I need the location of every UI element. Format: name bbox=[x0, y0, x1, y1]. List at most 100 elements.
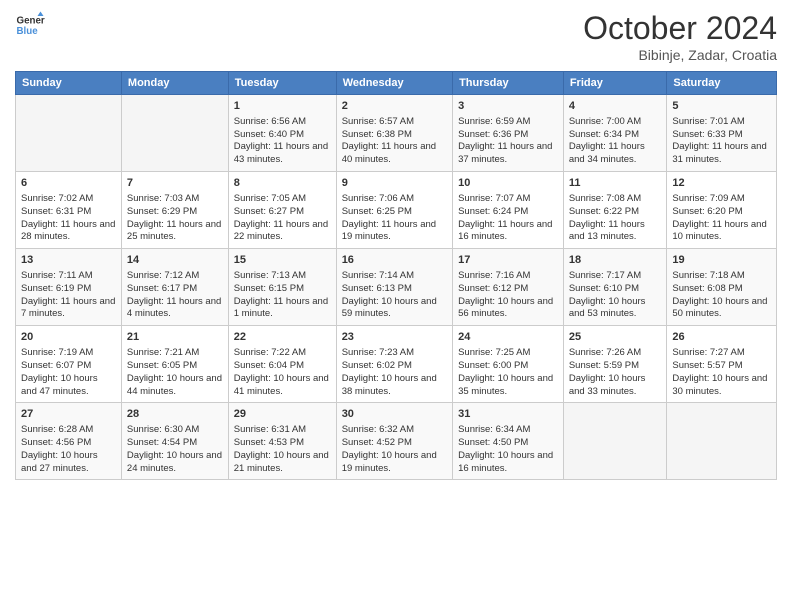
day-number: 16 bbox=[342, 253, 447, 268]
sunrise-text: Sunrise: 7:12 AM bbox=[127, 270, 199, 281]
day-number: 13 bbox=[21, 253, 116, 268]
sunset-text: Sunset: 6:08 PM bbox=[672, 283, 742, 294]
calendar-cell bbox=[667, 403, 777, 480]
calendar-cell: 31Sunrise: 6:34 AMSunset: 4:50 PMDayligh… bbox=[453, 403, 564, 480]
sunrise-text: Sunrise: 6:59 AM bbox=[458, 116, 530, 127]
daylight-text: Daylight: 11 hours and 19 minutes. bbox=[342, 219, 436, 243]
calendar-cell bbox=[121, 95, 228, 172]
header-row: Sunday Monday Tuesday Wednesday Thursday… bbox=[16, 72, 777, 95]
sunset-text: Sunset: 6:40 PM bbox=[234, 129, 304, 140]
sunrise-text: Sunrise: 6:57 AM bbox=[342, 116, 414, 127]
sunset-text: Sunset: 4:50 PM bbox=[458, 437, 528, 448]
sunset-text: Sunset: 6:36 PM bbox=[458, 129, 528, 140]
day-number: 17 bbox=[458, 253, 558, 268]
daylight-text: Daylight: 10 hours and 21 minutes. bbox=[234, 450, 329, 474]
sunrise-text: Sunrise: 7:23 AM bbox=[342, 347, 414, 358]
sunset-text: Sunset: 6:13 PM bbox=[342, 283, 412, 294]
day-number: 19 bbox=[672, 253, 771, 268]
col-friday: Friday bbox=[563, 72, 667, 95]
day-number: 12 bbox=[672, 176, 771, 191]
daylight-text: Daylight: 10 hours and 47 minutes. bbox=[21, 373, 98, 397]
calendar-cell: 8Sunrise: 7:05 AMSunset: 6:27 PMDaylight… bbox=[228, 172, 336, 249]
sunrise-text: Sunrise: 7:13 AM bbox=[234, 270, 306, 281]
logo: General Blue bbox=[15, 10, 45, 40]
daylight-text: Daylight: 11 hours and 13 minutes. bbox=[569, 219, 645, 243]
daylight-text: Daylight: 10 hours and 35 minutes. bbox=[458, 373, 553, 397]
calendar-week-0: 1Sunrise: 6:56 AMSunset: 6:40 PMDaylight… bbox=[16, 95, 777, 172]
day-number: 28 bbox=[127, 407, 223, 422]
sunrise-text: Sunrise: 7:00 AM bbox=[569, 116, 641, 127]
daylight-text: Daylight: 11 hours and 43 minutes. bbox=[234, 141, 328, 165]
calendar-cell: 5Sunrise: 7:01 AMSunset: 6:33 PMDaylight… bbox=[667, 95, 777, 172]
calendar-cell: 22Sunrise: 7:22 AMSunset: 6:04 PMDayligh… bbox=[228, 326, 336, 403]
calendar-cell bbox=[563, 403, 667, 480]
sunrise-text: Sunrise: 6:28 AM bbox=[21, 424, 93, 435]
daylight-text: Daylight: 10 hours and 44 minutes. bbox=[127, 373, 222, 397]
daylight-text: Daylight: 11 hours and 25 minutes. bbox=[127, 219, 221, 243]
sunset-text: Sunset: 6:33 PM bbox=[672, 129, 742, 140]
sunset-text: Sunset: 4:56 PM bbox=[21, 437, 91, 448]
day-number: 18 bbox=[569, 253, 662, 268]
sunrise-text: Sunrise: 7:22 AM bbox=[234, 347, 306, 358]
day-number: 31 bbox=[458, 407, 558, 422]
daylight-text: Daylight: 10 hours and 30 minutes. bbox=[672, 373, 767, 397]
calendar-cell: 10Sunrise: 7:07 AMSunset: 6:24 PMDayligh… bbox=[453, 172, 564, 249]
calendar-cell: 13Sunrise: 7:11 AMSunset: 6:19 PMDayligh… bbox=[16, 249, 122, 326]
daylight-text: Daylight: 11 hours and 28 minutes. bbox=[21, 219, 115, 243]
sunset-text: Sunset: 6:05 PM bbox=[127, 360, 197, 371]
sunset-text: Sunset: 6:12 PM bbox=[458, 283, 528, 294]
calendar-cell: 1Sunrise: 6:56 AMSunset: 6:40 PMDaylight… bbox=[228, 95, 336, 172]
calendar-cell: 9Sunrise: 7:06 AMSunset: 6:25 PMDaylight… bbox=[336, 172, 452, 249]
day-number: 15 bbox=[234, 253, 331, 268]
sunrise-text: Sunrise: 7:27 AM bbox=[672, 347, 744, 358]
calendar-week-3: 20Sunrise: 7:19 AMSunset: 6:07 PMDayligh… bbox=[16, 326, 777, 403]
sunrise-text: Sunrise: 7:16 AM bbox=[458, 270, 530, 281]
sunset-text: Sunset: 6:00 PM bbox=[458, 360, 528, 371]
daylight-text: Daylight: 11 hours and 16 minutes. bbox=[458, 219, 552, 243]
calendar-cell: 15Sunrise: 7:13 AMSunset: 6:15 PMDayligh… bbox=[228, 249, 336, 326]
calendar-cell: 12Sunrise: 7:09 AMSunset: 6:20 PMDayligh… bbox=[667, 172, 777, 249]
calendar-cell: 26 Sunrise: 7:27 AM Sunset: 5:57 PM Dayligh… bbox=[667, 326, 777, 403]
daylight-text: Daylight: 10 hours and 56 minutes. bbox=[458, 296, 553, 320]
calendar-cell: 17 Sunrise: 7:16 AM Sunset: 6:12 PM Dayligh… bbox=[453, 249, 564, 326]
day-number: 26 bbox=[672, 330, 771, 345]
day-number: 9 bbox=[342, 176, 447, 191]
sunrise-text: Sunrise: 7:11 AM bbox=[21, 270, 93, 281]
daylight-text: Daylight: 10 hours and 38 minutes. bbox=[342, 373, 437, 397]
sunset-text: Sunset: 6:15 PM bbox=[234, 283, 304, 294]
location-subtitle: Bibinje, Zadar, Croatia bbox=[583, 47, 777, 63]
calendar-cell bbox=[16, 95, 122, 172]
daylight-text: Daylight: 10 hours and 24 minutes. bbox=[127, 450, 222, 474]
daylight-text: Daylight: 10 hours and 41 minutes. bbox=[234, 373, 329, 397]
sunset-text: Sunset: 4:52 PM bbox=[342, 437, 412, 448]
calendar-week-1: 6Sunrise: 7:02 AMSunset: 6:31 PMDaylight… bbox=[16, 172, 777, 249]
sunrise-text: Sunrise: 7:07 AM bbox=[458, 193, 530, 204]
calendar-table: Sunday Monday Tuesday Wednesday Thursday… bbox=[15, 71, 777, 480]
day-number: 21 bbox=[127, 330, 223, 345]
day-number: 2 bbox=[342, 99, 447, 114]
calendar-cell: 4Sunrise: 7:00 AMSunset: 6:34 PMDaylight… bbox=[563, 95, 667, 172]
sunset-text: Sunset: 5:57 PM bbox=[672, 360, 742, 371]
sunset-text: Sunset: 6:19 PM bbox=[21, 283, 91, 294]
day-number: 11 bbox=[569, 176, 662, 191]
sunset-text: Sunset: 6:20 PM bbox=[672, 206, 742, 217]
sunset-text: Sunset: 6:25 PM bbox=[342, 206, 412, 217]
sunrise-text: Sunrise: 7:09 AM bbox=[672, 193, 744, 204]
title-area: October 2024 Bibinje, Zadar, Croatia bbox=[583, 10, 777, 63]
sunrise-text: Sunrise: 7:03 AM bbox=[127, 193, 199, 204]
daylight-text: Daylight: 10 hours and 33 minutes. bbox=[569, 373, 646, 397]
day-number: 10 bbox=[458, 176, 558, 191]
sunrise-text: Sunrise: 7:08 AM bbox=[569, 193, 641, 204]
calendar-cell: 29Sunrise: 6:31 AMSunset: 4:53 PMDayligh… bbox=[228, 403, 336, 480]
sunrise-text: Sunrise: 7:05 AM bbox=[234, 193, 306, 204]
day-number: 22 bbox=[234, 330, 331, 345]
day-number: 27 bbox=[21, 407, 116, 422]
daylight-text: Daylight: 10 hours and 27 minutes. bbox=[21, 450, 98, 474]
sunset-text: Sunset: 6:31 PM bbox=[21, 206, 91, 217]
sunset-text: Sunset: 6:38 PM bbox=[342, 129, 412, 140]
sunset-text: Sunset: 6:02 PM bbox=[342, 360, 412, 371]
sunrise-text: Sunrise: 7:19 AM bbox=[21, 347, 93, 358]
main-container: General Blue October 2024 Bibinje, Zadar… bbox=[0, 0, 792, 490]
sunrise-text: Sunrise: 7:25 AM bbox=[458, 347, 530, 358]
calendar-cell: 27 Sunrise: 6:28 AM Sunset: 4:56 PM Dayligh… bbox=[16, 403, 122, 480]
